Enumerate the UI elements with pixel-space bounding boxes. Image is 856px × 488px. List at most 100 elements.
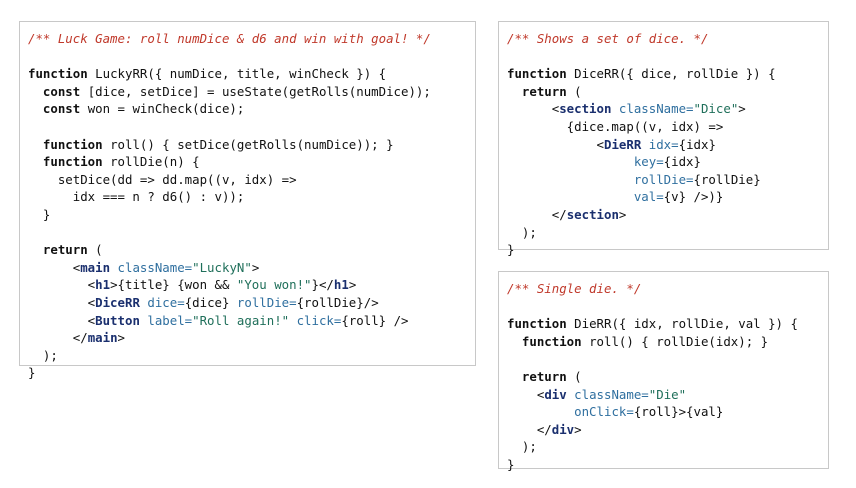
code-token: < [28, 277, 96, 293]
code-line: key={idx} [507, 153, 820, 171]
code-token: > [348, 277, 357, 293]
code-token: < [507, 386, 545, 402]
code-token: rollDie= [236, 294, 297, 310]
code-token: DiceRR [95, 294, 140, 310]
code-token: ( [87, 242, 103, 258]
code-token: {roll} /> [341, 312, 409, 328]
code-token: {idx} [678, 136, 716, 152]
code-panel-die-rr: /** Single die. */ function DieRR({ idx, … [498, 271, 829, 472]
code-line: <main className="LuckyN"> [28, 259, 467, 277]
code-line: function LuckyRR({ numDice, title, winCh… [28, 65, 467, 83]
code-token: setDice(dd => dd.map((v, idx) => [28, 171, 297, 187]
code-token: div [544, 386, 567, 402]
code-token: ( [566, 368, 582, 384]
code-line: ); [28, 347, 467, 365]
code-token: "Die" [648, 386, 687, 402]
code-token: }</ [311, 277, 334, 293]
code-token: ); [28, 347, 58, 363]
code-token: {roll}>{val} [633, 404, 724, 420]
code-line: function rollDie(n) { [28, 153, 467, 171]
code-token: < [507, 136, 604, 152]
code-token: LuckyRR({ numDice, title, winCheck }) { [87, 66, 387, 82]
code-line: const won = winCheck(dice); [28, 100, 467, 118]
code-token: DiceRR({ dice, rollDie }) { [566, 66, 776, 82]
code-line: onClick={roll}>{val} [507, 403, 820, 421]
code-token: < [507, 101, 560, 117]
code-line: /** Single die. */ [507, 280, 820, 298]
code-line: <DieRR idx={idx} [507, 136, 820, 154]
code-token: < [28, 294, 96, 310]
code-token: </ [507, 206, 567, 222]
code-token: </ [507, 421, 552, 437]
code-token: main [80, 259, 111, 275]
code-token: < [28, 312, 96, 328]
code-block: /** Luck Game: roll numDice & d6 and win… [28, 30, 467, 382]
code-token: idx === n ? d6() : v)); [28, 189, 245, 205]
code-token: ); [507, 224, 537, 240]
code-token: > [574, 421, 582, 437]
code-line: return ( [507, 368, 820, 386]
code-token: key= [633, 154, 664, 170]
code-token: const [42, 83, 81, 99]
code-token: h1 [333, 277, 349, 293]
code-token: label= [147, 312, 193, 328]
code-line: function roll() { rollDie(idx); } [507, 333, 820, 351]
code-token: function [28, 66, 88, 82]
code-line: return ( [28, 241, 467, 259]
code-line: ); [507, 438, 820, 456]
code-line: const [dice, setDice] = useState(getRoll… [28, 83, 467, 101]
code-line: } [507, 456, 820, 474]
code-panel-lucky-rr: /** Luck Game: roll numDice & d6 and win… [19, 21, 476, 380]
code-token: val= [633, 189, 664, 205]
code-line: ); [507, 224, 820, 242]
code-line: /** Luck Game: roll numDice & d6 and win… [28, 30, 467, 48]
code-token: > [738, 101, 746, 117]
code-token: > [618, 206, 627, 222]
code-token: idx= [648, 136, 679, 152]
code-token: {dice.map((v, idx) => [507, 118, 724, 134]
code-token: /** Shows a set of dice. */ [507, 31, 709, 46]
code-panel-dice-rr: /** Shows a set of dice. */ function Dice… [498, 21, 829, 257]
code-line: <div className="Die" [507, 386, 820, 404]
code-token: } [28, 206, 51, 222]
code-token: dice= [147, 294, 185, 310]
code-token: } [28, 365, 36, 381]
code-line: </section> [507, 206, 820, 224]
code-line: function DiceRR({ dice, rollDie }) { [507, 65, 820, 83]
code-token: main [87, 330, 118, 346]
code-token: > [251, 259, 260, 275]
code-line: } [507, 241, 820, 259]
code-line: </main> [28, 329, 467, 347]
code-token: return [42, 242, 88, 258]
code-token: {dice} [184, 294, 237, 310]
code-token: </ [28, 330, 88, 346]
code-token: rollDie(n) { [102, 154, 200, 170]
code-token: } [507, 456, 515, 472]
code-token: > [117, 330, 125, 346]
code-token: return [521, 368, 567, 384]
code-line: } [28, 364, 467, 382]
code-token: function [507, 316, 567, 332]
code-line: <h1>{title} {won && "You won!"}</h1> [28, 276, 467, 294]
code-line: /** Shows a set of dice. */ [507, 30, 820, 48]
code-token: {rollDie} [693, 171, 761, 187]
code-token: className= [117, 259, 193, 275]
code-line: setDice(dd => dd.map((v, idx) => [28, 171, 467, 189]
